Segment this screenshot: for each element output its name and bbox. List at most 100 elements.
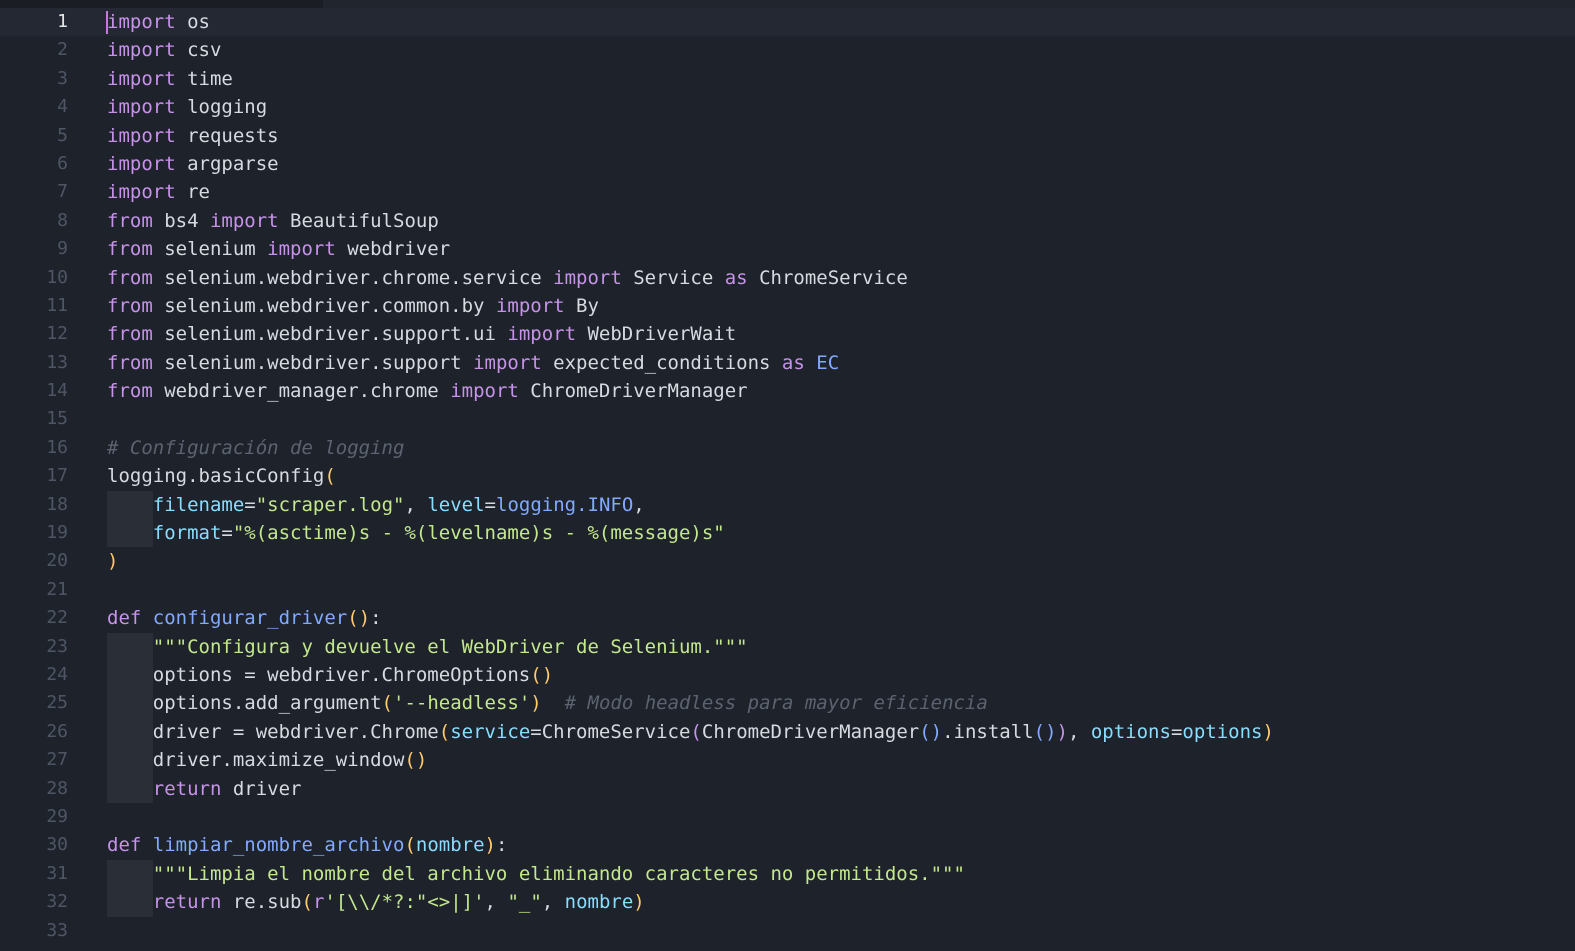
- code-line[interactable]: 27 driver.maximize_window(): [0, 746, 1575, 775]
- code-token: nombre: [564, 891, 634, 914]
- code-line[interactable]: 21: [0, 576, 1575, 604]
- code-line[interactable]: 3 import time: [0, 65, 1575, 93]
- code-token: import: [450, 380, 519, 403]
- code-line[interactable]: 15: [0, 405, 1575, 433]
- code-token: argparse: [175, 152, 279, 175]
- code-line[interactable]: 20): [0, 547, 1575, 575]
- code-token: ): [1056, 720, 1068, 743]
- line-number: 4: [57, 96, 68, 118]
- code-line[interactable]: 10 from selenium.webdriver.chrome.service…: [0, 264, 1575, 292]
- code-line[interactable]: 1 import os: [0, 8, 1575, 37]
- code-text: import requests: [107, 122, 279, 150]
- code-line[interactable]: 22 def configurar_driver():: [0, 604, 1575, 632]
- code-line[interactable]: 25 options.add_argument('--headless') # …: [0, 689, 1575, 718]
- code-token: return: [152, 777, 222, 800]
- code-token: webdriver: [335, 238, 451, 261]
- code-token: '--headless': [393, 692, 531, 715]
- code-line[interactable]: 23 """Configura y devuelve el WebDriver …: [0, 632, 1575, 661]
- code-token: return: [152, 891, 222, 914]
- text-cursor: [106, 11, 108, 34]
- code-token: r: [312, 891, 325, 914]
- code-token: webdriver_manager.chrome: [152, 380, 451, 403]
- code-text: options.add_argument('--headless') # Mod…: [107, 689, 988, 717]
- code-line[interactable]: 33: [0, 917, 1575, 945]
- code-editor[interactable]: 1 import os 2 import csv 3 import time 4 import…: [0, 0, 1575, 951]
- line-number: 26: [46, 720, 68, 742]
- code-token: ): [633, 891, 645, 914]
- code-line[interactable]: 2 import csv: [0, 36, 1575, 64]
- code-token: (): [404, 749, 428, 772]
- code-token: from: [107, 380, 153, 403]
- code-text: from webdriver_manager.chrome import Chr…: [107, 377, 748, 405]
- code-token: os: [175, 11, 210, 33]
- code-token: as: [724, 266, 748, 289]
- code-token: "%(asctime)s - %(levelname)s - %(message…: [232, 522, 725, 545]
- code-token: logging.INFO: [496, 493, 634, 516]
- code-token: =ChromeService: [530, 720, 691, 743]
- code-token: =: [221, 522, 233, 545]
- code-line[interactable]: 13 from selenium.webdriver.support import…: [0, 349, 1575, 377]
- line-number: 9: [57, 238, 68, 260]
- code-token: selenium.webdriver.chrome.service: [152, 266, 554, 289]
- code-token: selenium.webdriver.support.ui: [152, 323, 508, 346]
- code-line[interactable]: 8 from bs4 import BeautifulSoup: [0, 207, 1575, 235]
- code-token: options: [1090, 720, 1171, 743]
- code-text: import re: [107, 178, 210, 206]
- code-token: import: [507, 323, 577, 346]
- line-number: 24: [46, 663, 68, 685]
- code-line[interactable]: 31 """Limpia el nombre del archivo elimi…: [0, 859, 1575, 889]
- code-line[interactable]: 16 # Configuración de logging: [0, 434, 1575, 462]
- code-token: from: [107, 351, 153, 374]
- code-text: driver.maximize_window(): [107, 746, 428, 774]
- code-line[interactable]: 18 filename="scraper.log", level=logging…: [0, 490, 1575, 520]
- code-token: import: [107, 124, 176, 147]
- line-number: 11: [46, 294, 68, 316]
- code-line[interactable]: 5 import requests: [0, 122, 1575, 150]
- code-line[interactable]: 17 logging.basicConfig(: [0, 462, 1575, 490]
- code-token: import: [209, 209, 279, 232]
- code-token: selenium.webdriver.common.by: [152, 294, 496, 317]
- code-token: ,: [633, 493, 645, 516]
- code-token: WebDriverWait: [576, 323, 737, 346]
- code-token: bs4: [152, 209, 210, 232]
- code-text: options = webdriver.ChromeOptions(): [107, 661, 553, 689]
- code-line[interactable]: 29: [0, 803, 1575, 831]
- code-area[interactable]: 1 import os 2 import csv 3 import time 4 import…: [0, 8, 1575, 951]
- code-text: return re.sub(r'[\\/*?:"<>|]', "_", nomb…: [107, 888, 645, 916]
- code-token: import: [107, 96, 176, 119]
- code-line[interactable]: 30 def limpiar_nombre_archivo(nombre):: [0, 831, 1575, 859]
- code-line[interactable]: 12 from selenium.webdriver.support.ui imp…: [0, 320, 1575, 348]
- line-number: 23: [46, 635, 68, 657]
- code-line[interactable]: 24 options = webdriver.ChromeOptions(): [0, 660, 1575, 690]
- code-line[interactable]: 28 return driver: [0, 774, 1575, 803]
- code-line[interactable]: 9 from selenium import webdriver: [0, 235, 1575, 263]
- code-line[interactable]: 11 from selenium.webdriver.common.by impo…: [0, 292, 1575, 320]
- code-token: =: [1170, 720, 1183, 743]
- code-token: driver.maximize_window: [107, 749, 405, 772]
- code-token: csv: [175, 39, 222, 62]
- code-line[interactable]: 6 import argparse: [0, 150, 1575, 178]
- code-token: ): [530, 692, 542, 715]
- code-line[interactable]: 7 import re: [0, 178, 1575, 206]
- code-token: (: [324, 465, 336, 488]
- code-text: from selenium.webdriver.support import e…: [107, 349, 839, 377]
- code-text: filename="scraper.log", level=logging.IN…: [107, 491, 645, 519]
- code-token: as: [781, 351, 805, 374]
- code-token: BeautifulSoup: [278, 209, 439, 232]
- code-line[interactable]: 19 format="%(asctime)s - %(levelname)s -…: [0, 519, 1575, 548]
- code-token: driver: [221, 777, 302, 800]
- code-token: from: [107, 209, 153, 232]
- code-text: ): [107, 547, 118, 575]
- code-token: (): [347, 607, 371, 630]
- code-line[interactable]: 4 import logging: [0, 93, 1575, 121]
- code-text: driver = webdriver.Chrome(service=Chrome…: [107, 718, 1274, 746]
- code-line[interactable]: 26 driver = webdriver.Chrome(service=Chr…: [0, 717, 1575, 747]
- code-line[interactable]: 14 from webdriver_manager.chrome import C…: [0, 377, 1575, 405]
- code-text: """Limpia el nombre del archivo eliminan…: [107, 860, 965, 888]
- line-number: 29: [46, 805, 68, 827]
- code-text: from selenium.webdriver.chrome.service i…: [107, 264, 908, 292]
- line-number: 13: [46, 351, 68, 373]
- code-line[interactable]: 32 return re.sub(r'[\\/*?:"<>|]', "_", n…: [0, 888, 1575, 917]
